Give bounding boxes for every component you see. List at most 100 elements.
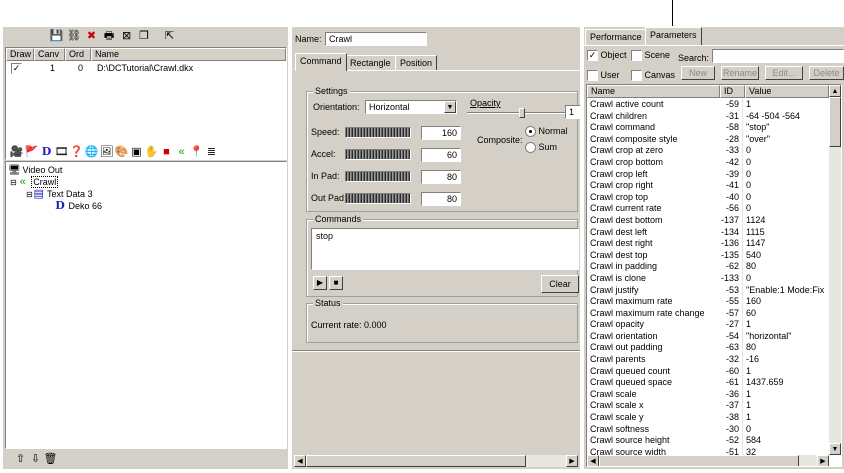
param-row[interactable]: Crawl source height -52 584 (587, 435, 829, 447)
composite-sum-radio[interactable]: Sum (525, 142, 557, 154)
param-row[interactable]: Crawl dest top -135 540 (587, 249, 829, 262)
move-down-icon[interactable]: ⇩ (28, 452, 43, 467)
animation-icon[interactable]: ❓ (69, 145, 84, 160)
remove-icon[interactable]: ✖ (84, 29, 99, 44)
param-hscrollbar[interactable]: ◀ ▶ (587, 455, 829, 466)
orientation-select[interactable]: Horizontal ▼ (365, 100, 457, 114)
param-row[interactable]: Crawl in padding -62 80 (587, 261, 829, 273)
trash-icon[interactable]: 🗑 (43, 452, 58, 467)
param-row[interactable]: Crawl dest right -136 1147 (587, 238, 829, 250)
speed-input[interactable]: 160 (421, 126, 461, 140)
clear-button[interactable]: Clear (541, 275, 579, 293)
param-row[interactable]: Crawl dest left -134 1115 (587, 226, 829, 239)
pin-icon[interactable]: 📍 (189, 145, 204, 160)
delete-button[interactable]: Delete (809, 66, 844, 80)
vscroll-thumb[interactable] (829, 97, 841, 147)
rename-button[interactable]: Rename (721, 66, 759, 80)
param-row[interactable]: Crawl scale -36 1 (587, 388, 829, 401)
user-checkbox[interactable] (587, 70, 598, 82)
opacity-slider[interactable] (467, 108, 567, 118)
param-row[interactable]: Crawl justify -53 "Enable:1 Mode:Fix (587, 284, 829, 297)
delete-multiple-icon[interactable]: ⊠ (119, 29, 134, 44)
param-row[interactable]: Crawl softness -30 0 (587, 423, 829, 436)
tree-item[interactable]: 🖥 Video Out (8, 164, 62, 176)
play-button[interactable]: ▶ (313, 276, 327, 290)
accel-input[interactable]: 60 (421, 148, 461, 162)
scroll-right-icon[interactable]: ▶ (566, 455, 578, 467)
param-row[interactable]: Crawl crop right -41 0 (587, 180, 829, 192)
save-icon[interactable]: 💾 (49, 29, 64, 44)
list-icon[interactable]: ≣ (204, 145, 219, 160)
param-row[interactable]: Crawl out padding -63 80 (587, 342, 829, 355)
col-name[interactable]: Name (91, 48, 286, 61)
speed-slider[interactable] (345, 127, 411, 138)
param-row[interactable]: Crawl crop at zero -33 0 (587, 145, 829, 157)
object-checkbox[interactable]: ✓ (587, 50, 598, 62)
param-row[interactable]: Crawl scale x -37 1 (587, 400, 829, 413)
param-row[interactable]: Crawl current rate -56 0 (587, 203, 829, 215)
param-row[interactable]: Crawl command -58 "stop" (587, 122, 829, 134)
tree-item[interactable]: ⊟ « Crawl (10, 176, 59, 188)
col-draw[interactable]: Draw (6, 48, 34, 61)
edit-button[interactable]: Edit... (765, 66, 803, 80)
search-input[interactable] (712, 49, 844, 63)
window-icon[interactable]: ▣ (129, 145, 144, 160)
out-pad-input[interactable]: 80 (421, 192, 461, 206)
tab-parameters[interactable]: Parameters (645, 27, 702, 45)
scroll-left-icon[interactable]: ◀ (587, 455, 599, 466)
param-row[interactable]: Crawl is clone -133 0 (587, 272, 829, 285)
out-pad-slider[interactable] (345, 193, 411, 204)
deko-icon[interactable]: D (39, 144, 54, 159)
param-row[interactable]: Crawl crop top -40 0 (587, 191, 829, 204)
param-row[interactable]: Crawl scale y -38 1 (587, 412, 829, 424)
col-param-value[interactable]: Value (745, 85, 829, 98)
canvas-checkbox-wrap[interactable]: Canvas (631, 70, 675, 82)
export-icon[interactable]: ⇱ (162, 29, 177, 44)
user-checkbox-wrap[interactable]: User (587, 70, 620, 82)
param-row[interactable]: Crawl source width -51 32 (587, 446, 829, 455)
scroll-right-icon[interactable]: ▶ (817, 455, 829, 466)
param-row[interactable]: Crawl parents -32 -16 (587, 354, 829, 366)
tree-item[interactable]: D Deko 66 (54, 200, 102, 212)
crawl-icon[interactable]: « (174, 145, 189, 160)
scene-checkbox-wrap[interactable]: Scene (631, 50, 670, 62)
in-pad-input[interactable]: 80 (421, 170, 461, 184)
tab-position[interactable]: Position (395, 55, 438, 71)
param-row[interactable]: Crawl crop left -39 0 (587, 168, 829, 181)
scroll-up-icon[interactable]: ▲ (829, 85, 841, 97)
col-ord[interactable]: Ord (65, 48, 91, 61)
canvas-checkbox[interactable] (631, 70, 642, 82)
col-param-name[interactable]: Name (587, 85, 720, 98)
scene-checkbox[interactable] (631, 50, 642, 62)
radio-sum[interactable] (525, 142, 536, 154)
middle-hscrollbar[interactable]: ◀ ▶ (294, 455, 578, 467)
scroll-thumb[interactable] (306, 455, 526, 467)
col-canv[interactable]: Canv (34, 48, 65, 61)
accel-slider[interactable] (345, 149, 411, 160)
scroll-left-icon[interactable]: ◀ (294, 455, 306, 467)
name-input[interactable]: Crawl (325, 32, 427, 46)
param-row[interactable]: Crawl maximum rate -55 160 (587, 296, 829, 308)
radio-normal[interactable] (525, 126, 536, 138)
param-row[interactable]: Crawl active count -59 1 (587, 99, 829, 111)
param-row[interactable]: Crawl opacity -27 1 (587, 319, 829, 331)
print-icon[interactable]: 🖶 (102, 29, 117, 44)
param-row[interactable]: Crawl children -31 -64 -504 -564 (587, 110, 829, 123)
param-row[interactable]: Crawl dest bottom -137 1124 (587, 214, 829, 227)
param-row[interactable]: Crawl queued count -60 1 (587, 365, 829, 378)
flag-icon[interactable]: 🚩 (24, 145, 39, 160)
stop-button[interactable]: ■ (329, 276, 343, 290)
collapse-icon[interactable]: ⊟ (10, 178, 17, 187)
tab-command[interactable]: Command (295, 53, 347, 71)
scroll-down-icon[interactable]: ▼ (829, 443, 841, 455)
commands-textarea[interactable]: stop (311, 228, 579, 270)
draw-checkbox[interactable]: ✓ (11, 63, 22, 74)
new-button[interactable]: New (681, 66, 715, 80)
tab-performance[interactable]: Performance (585, 29, 647, 45)
clip-icon[interactable]: 🎞 (54, 145, 69, 160)
globe-icon[interactable]: 🌐 (84, 145, 99, 160)
param-row[interactable]: Crawl maximum rate change -57 60 (587, 307, 829, 320)
param-row[interactable]: Crawl crop bottom -42 0 (587, 156, 829, 169)
col-param-id[interactable]: ID (720, 85, 745, 98)
copy-icon[interactable]: ❐ (137, 29, 152, 44)
